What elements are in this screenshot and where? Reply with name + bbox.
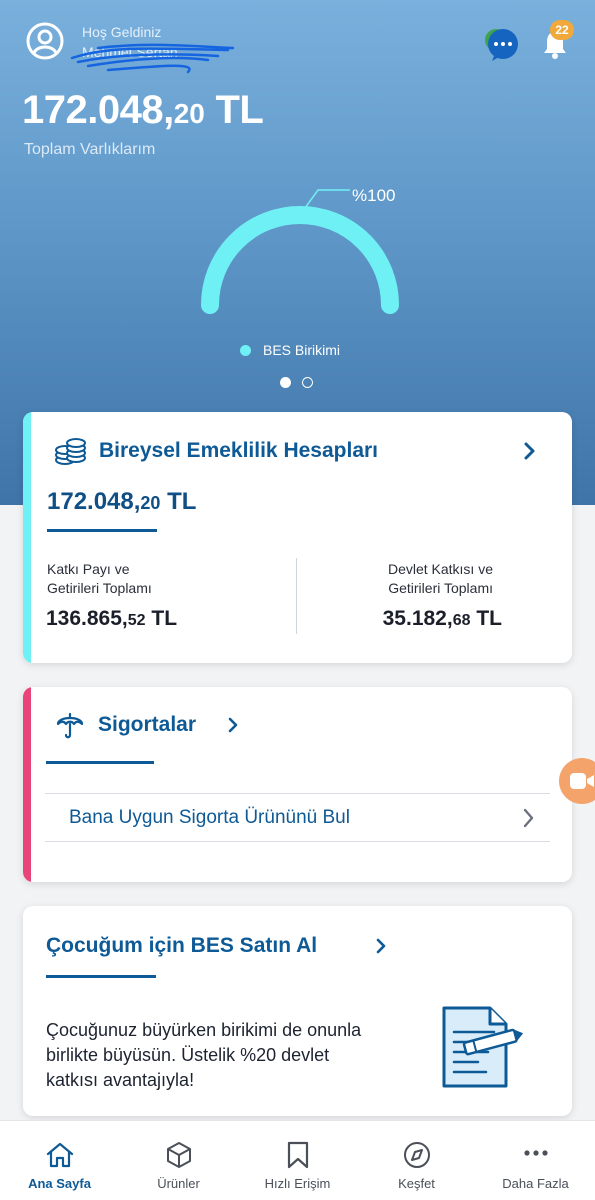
chat-icon[interactable]: [482, 26, 520, 62]
state-contribution-amount: 35.182,68 TL: [382, 607, 502, 630]
nav-item-more[interactable]: Daha Fazla: [476, 1121, 595, 1200]
gauge-fill-arc: [201, 206, 399, 314]
card-accent-bar: [23, 412, 31, 663]
child-bes-description: Çocuğunuz büyürken birikimi de onunla bi…: [46, 1020, 362, 1090]
bes-total-amount: 172.048,20 TL: [47, 488, 197, 515]
home-icon: [46, 1142, 73, 1168]
child-bes-card[interactable]: Çocuğum için BES Satın Al Çocuğunuz büyü…: [23, 906, 572, 1116]
nav-item-home[interactable]: Ana Sayfa: [0, 1121, 119, 1200]
more-icon: [523, 1150, 548, 1156]
compass-icon: [403, 1142, 430, 1168]
carousel-pager[interactable]: [280, 377, 324, 388]
card-accent-bar: [23, 687, 31, 882]
umbrella-icon: [56, 712, 84, 739]
chevron-right-icon[interactable]: [375, 937, 387, 955]
redaction-scribble: [70, 43, 235, 74]
nav-item-explore[interactable]: Keşfet: [357, 1121, 476, 1200]
insurance-card-title[interactable]: Sigortalar: [98, 713, 196, 737]
notification-badge: 22: [550, 20, 574, 40]
chevron-right-icon[interactable]: [523, 441, 537, 461]
find-insurance-link[interactable]: Bana Uygun Sigorta Ürününü Bul: [69, 807, 350, 829]
pager-dot[interactable]: [302, 377, 313, 388]
document-pen-icon: [442, 1006, 524, 1088]
child-bes-title[interactable]: Çocuğum için BES Satın Al: [46, 934, 317, 958]
gauge-legend: BES Birikimi: [240, 342, 340, 358]
contribution-label: Katkı Payı ve Getirileri Toplamı: [47, 561, 152, 596]
video-camera-icon: [570, 773, 594, 789]
bottom-navigation: Ana Sayfa Ürünler Hızlı Erişim Keşfet Da…: [0, 1120, 595, 1200]
chevron-right-icon[interactable]: [522, 807, 536, 829]
title-underline: [46, 975, 156, 978]
box-icon: [166, 1142, 191, 1168]
title-underline: [47, 529, 157, 532]
pager-dot-active[interactable]: [280, 377, 291, 388]
nav-item-products[interactable]: Ürünler: [119, 1121, 238, 1200]
bes-card-title: Bireysel Emeklilik Hesapları: [99, 439, 378, 462]
state-contribution-label: Devlet Katkısı ve Getirileri Toplamı: [387, 561, 493, 596]
legend-dot: [240, 344, 251, 356]
bookmark-icon: [287, 1141, 308, 1169]
divider: [45, 841, 550, 842]
legend-label: BES Birikimi: [263, 342, 341, 358]
nav-item-quick-access[interactable]: Hızlı Erişim: [238, 1121, 357, 1200]
chevron-right-icon[interactable]: [227, 716, 239, 734]
vertical-divider: [296, 558, 297, 634]
coins-icon: [55, 438, 86, 465]
contribution-amount: 136.865,52 TL: [46, 607, 178, 630]
profile-avatar-icon[interactable]: [26, 22, 64, 60]
gauge-percent-label: %100: [352, 186, 396, 205]
total-assets-amount: 172.048,20 TL: [22, 88, 264, 132]
bes-accounts-card[interactable]: Bireysel Emeklilik Hesapları 172.048,20 …: [23, 412, 572, 663]
divider: [45, 793, 550, 794]
insurance-card: Sigortalar Bana Uygun Sigorta Ürününü Bu…: [23, 687, 572, 882]
title-underline: [46, 761, 154, 764]
total-assets-label: Toplam Varlıklarım: [24, 141, 156, 158]
